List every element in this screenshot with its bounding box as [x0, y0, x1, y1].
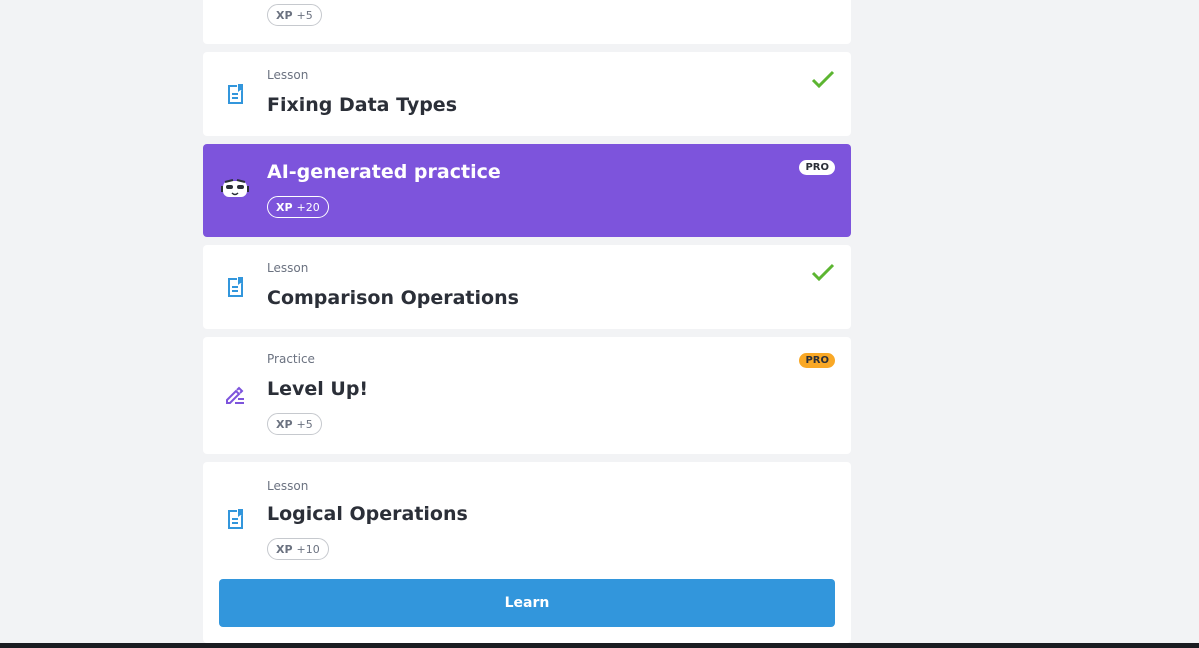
item-title: Logical Operations — [267, 503, 468, 525]
item-title: Comparison Operations — [267, 287, 519, 309]
ai-practice-card[interactable]: AI-generated practice PRO XP +20 — [203, 144, 851, 237]
list-item[interactable]: Lesson Fixing Data Types — [203, 52, 851, 136]
lesson-icon — [228, 84, 243, 104]
xp-badge: XP +5 — [267, 4, 322, 26]
check-icon — [811, 70, 835, 89]
pro-badge: PRO — [799, 160, 835, 175]
item-title: Level Up! — [267, 378, 369, 400]
lesson-icon — [228, 509, 243, 529]
item-type-label: Lesson — [267, 68, 309, 82]
list-item[interactable]: XP +5 — [203, 0, 851, 44]
robot-face-icon — [221, 179, 249, 197]
item-title: Fixing Data Types — [267, 94, 457, 116]
pencil-icon — [226, 386, 244, 404]
bottom-bar — [0, 643, 1199, 648]
xp-badge: XP +10 — [267, 538, 329, 560]
xp-badge: XP +20 — [267, 196, 329, 218]
pro-badge: PRO — [799, 353, 835, 368]
list-item[interactable]: Lesson Comparison Operations — [203, 245, 851, 329]
check-icon — [811, 263, 835, 282]
item-title: AI-generated practice — [267, 161, 501, 183]
xp-badge: XP +5 — [267, 413, 322, 435]
learn-button[interactable]: Learn — [219, 579, 835, 627]
item-type-label: Practice — [267, 352, 315, 366]
item-type-label: Lesson — [267, 479, 309, 493]
item-type-label: Lesson — [267, 261, 309, 275]
list-item[interactable]: Practice Level Up! PRO XP +5 — [203, 337, 851, 454]
list-item[interactable]: Lesson Logical Operations XP +10 Learn — [203, 462, 851, 643]
lesson-icon — [228, 277, 243, 297]
